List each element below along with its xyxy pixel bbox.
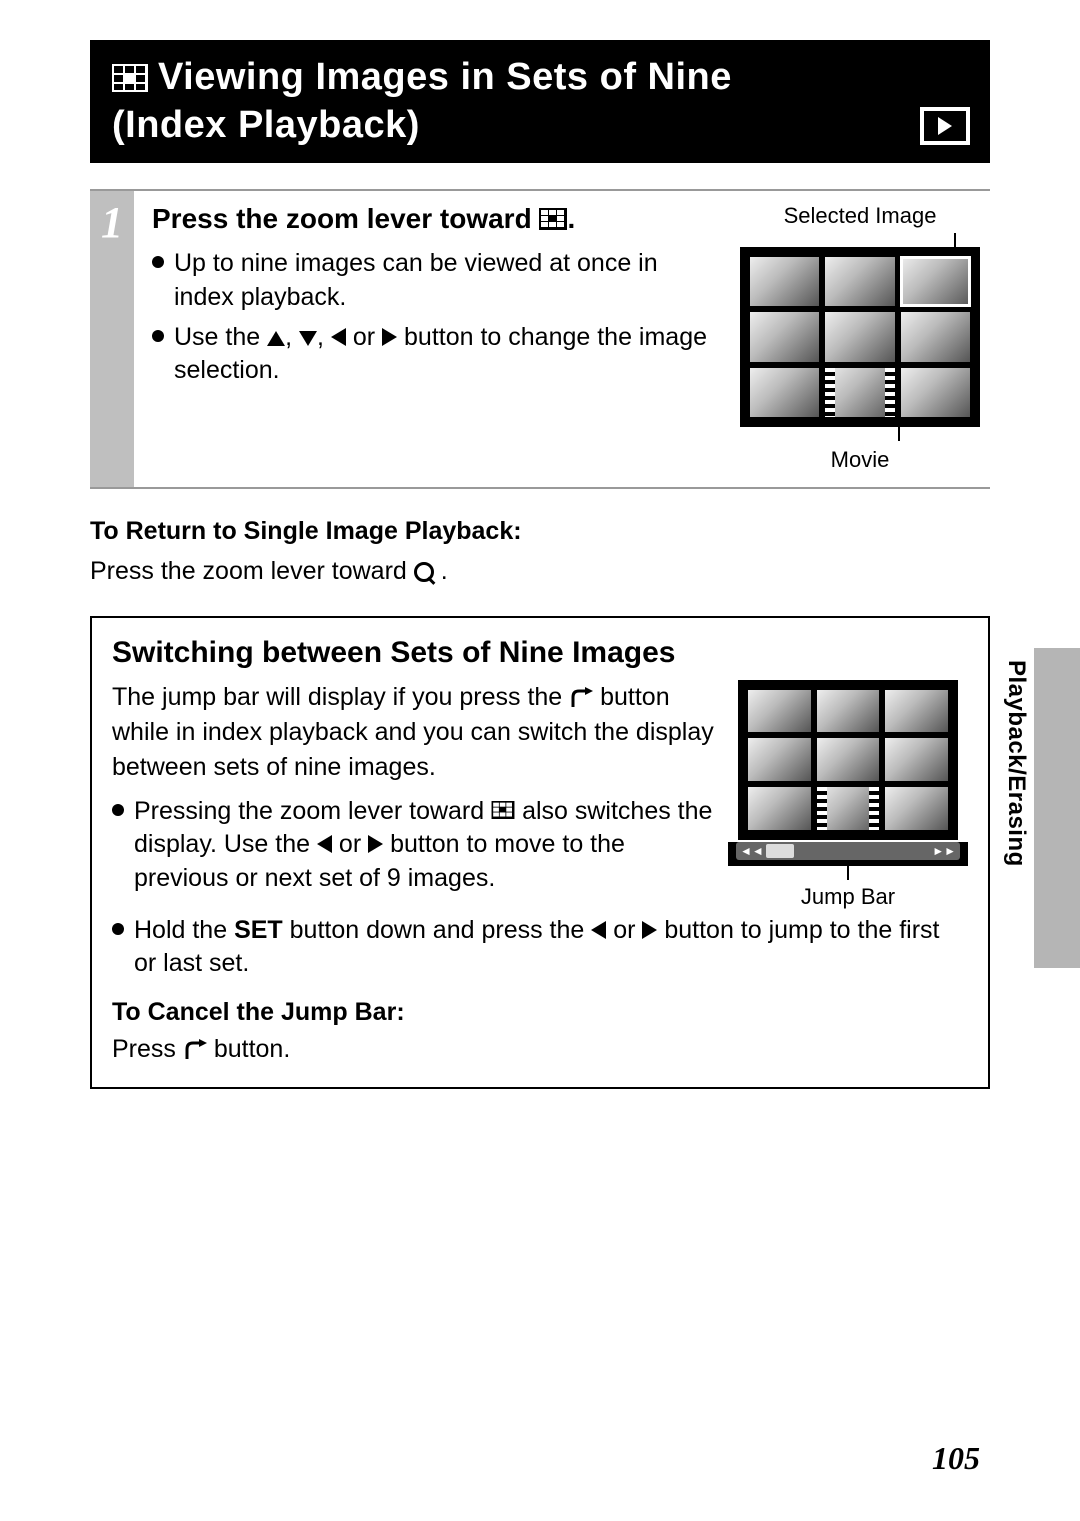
step-1: 1 Press the zoom lever toward . Up to ni… [90,189,990,489]
section-title-bar: Viewing Images in Sets of Nine (Index Pl… [90,40,990,163]
index-playback-diagram: Selected Image Movie [730,203,990,473]
left-arrow-icon [317,835,332,853]
jump-bar [736,842,960,860]
left-arrow-icon [591,921,606,939]
right-arrow-icon [642,921,657,939]
jump-icon [569,687,593,709]
up-arrow-icon [267,331,285,346]
diagram-top-label: Selected Image [730,203,990,229]
step-number: 1 [90,191,134,487]
diagram-bottom-label: Movie [730,447,990,473]
step-bullet: Use the , , or button to change the imag… [152,321,720,389]
section-side-label: Playback/Erasing [1002,660,1030,867]
step-bullet: Up to nine images can be viewed at once … [152,247,720,315]
index-grid-preview [740,247,980,427]
title-line1: Viewing Images in Sets of Nine [158,56,732,98]
return-heading: To Return to Single Image Playback: [90,517,522,545]
movie-thumb [825,368,894,417]
step-heading: Press the zoom lever toward . [152,203,720,237]
playback-mode-icon [920,107,970,145]
right-arrow-icon [382,328,397,346]
magnify-icon [414,562,434,582]
box-title: Switching between Sets of Nine Images [112,636,968,670]
return-single-image-section: To Return to Single Image Playback: Pres… [90,513,990,590]
index-grid-icon [112,64,148,92]
section-title: Viewing Images in Sets of Nine (Index Pl… [112,54,968,149]
title-line2: (Index Playback) [112,104,420,146]
selected-thumb [901,257,970,306]
jump-bar-label: Jump Bar [728,884,968,910]
switching-sets-box: Switching between Sets of Nine Images Th… [90,616,990,1090]
page-number: 105 [932,1440,980,1477]
section-side-tab [1034,648,1080,968]
down-arrow-icon [299,331,317,346]
jump-bar-diagram: Jump Bar [728,680,968,910]
index-grid-preview [738,680,958,840]
index-grid-icon [491,797,522,825]
left-arrow-icon [331,328,346,346]
box-paragraph: The jump bar will display if you press t… [112,680,714,785]
cancel-jump-bar-section: To Cancel the Jump Bar: Press button. [112,995,968,1067]
box-bullet: Hold the SET button down and press the o… [112,914,968,982]
cancel-heading: To Cancel the Jump Bar: [112,998,405,1026]
right-arrow-icon [368,835,383,853]
jump-icon [183,1039,207,1061]
index-grid-icon [539,205,567,237]
box-bullet: Pressing the zoom lever toward also swit… [112,795,714,896]
